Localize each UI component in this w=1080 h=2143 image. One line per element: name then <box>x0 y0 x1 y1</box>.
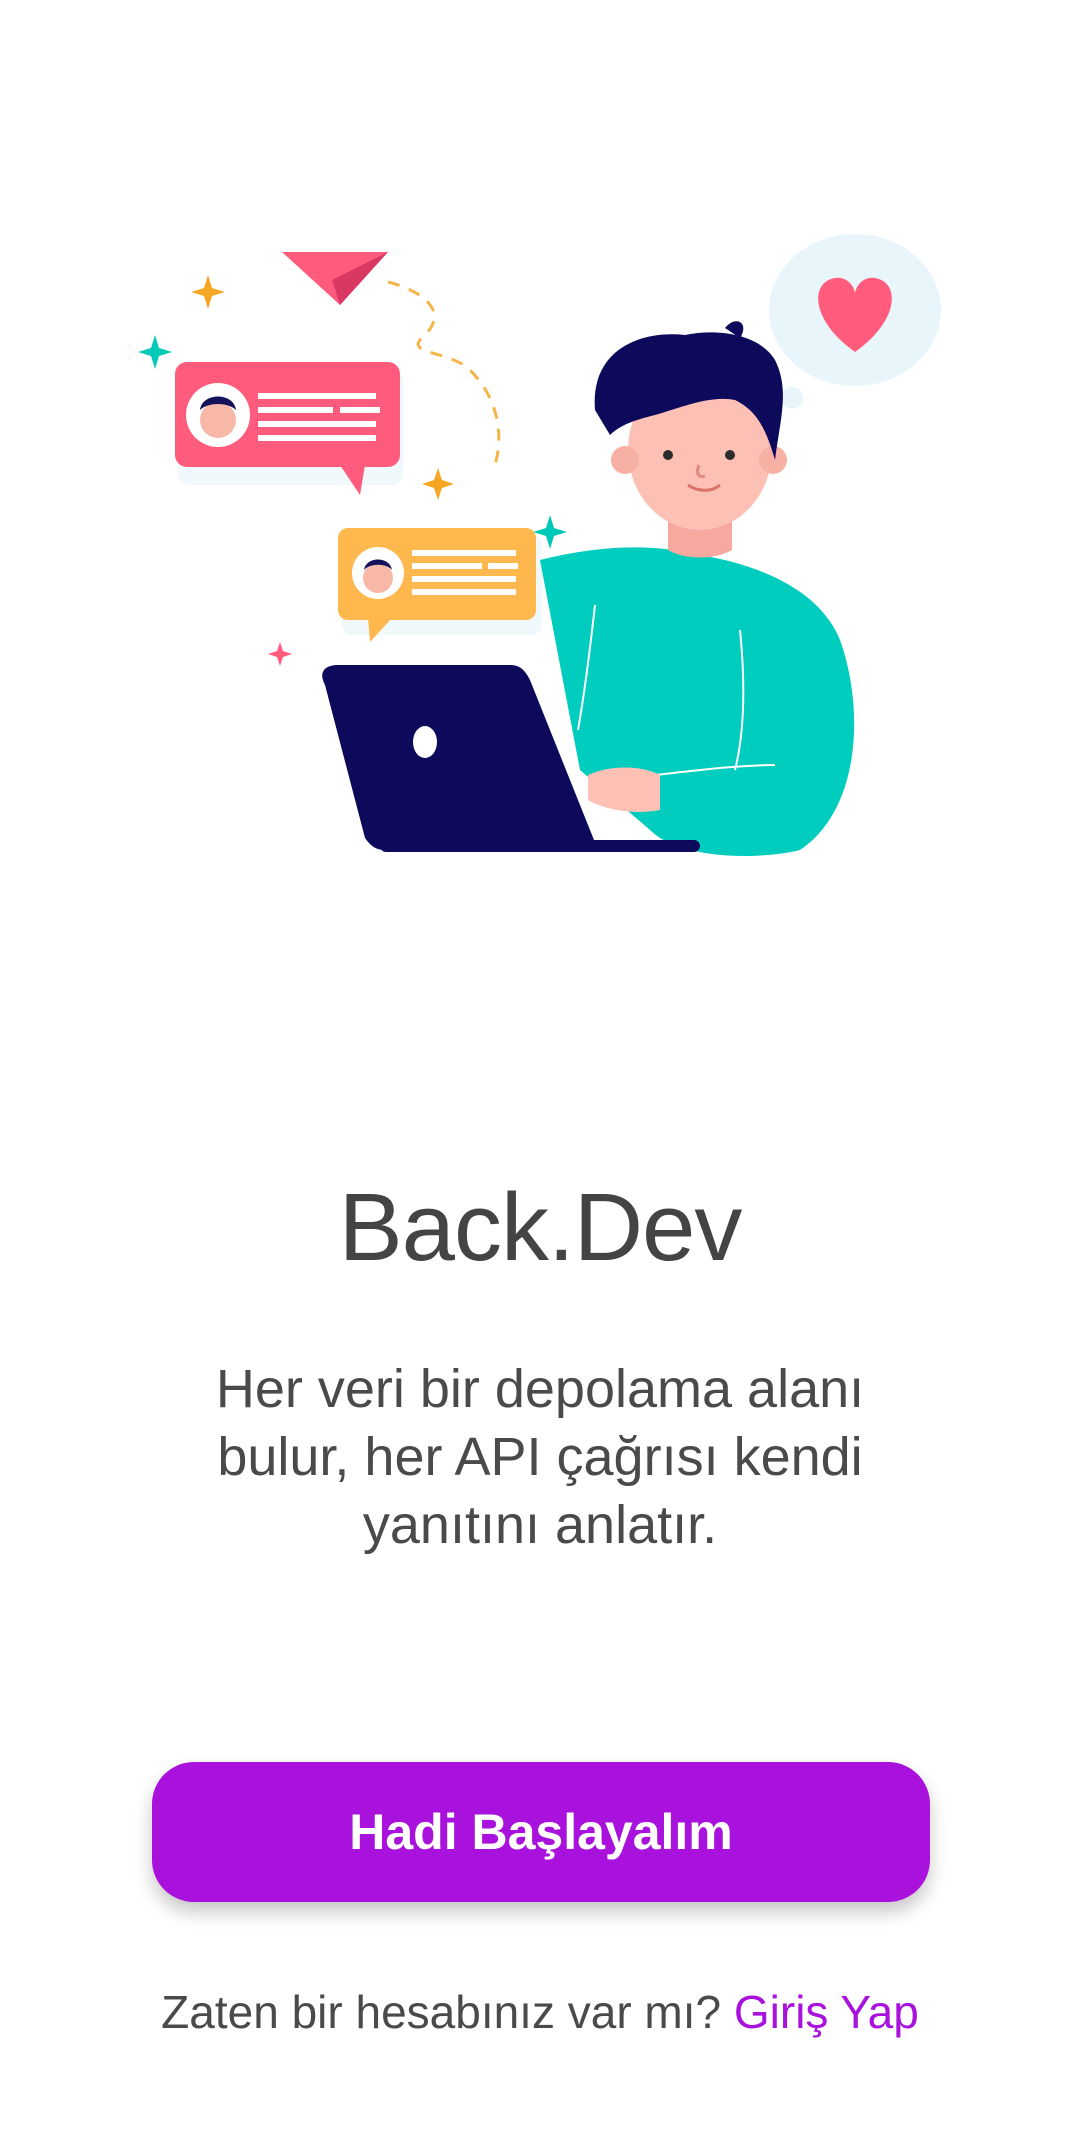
person-illustration <box>540 321 855 856</box>
chat-bubble-icon <box>338 528 542 642</box>
sparkle-icon <box>138 335 172 369</box>
heart-icon <box>769 234 941 409</box>
sparkle-icon <box>268 642 292 666</box>
signin-row: Zaten bir hesabınız var mı? Giriş Yap <box>0 1985 1080 2039</box>
get-started-button[interactable]: Hadi Başlayalım <box>152 1762 930 1902</box>
signin-link[interactable]: Giriş Yap <box>734 1986 919 2038</box>
paper-plane-icon <box>282 252 388 305</box>
signin-prompt: Zaten bir hesabınız var mı? <box>161 1986 722 2038</box>
chat-bubble-icon <box>175 362 403 495</box>
hero-illustration <box>120 210 960 890</box>
sparkle-icon <box>191 275 225 309</box>
tagline: Her veri bir depolama alanı bulur, her A… <box>215 1359 865 1555</box>
sparkle-icon <box>422 468 454 500</box>
app-title: Back.Dev <box>338 1174 743 1281</box>
